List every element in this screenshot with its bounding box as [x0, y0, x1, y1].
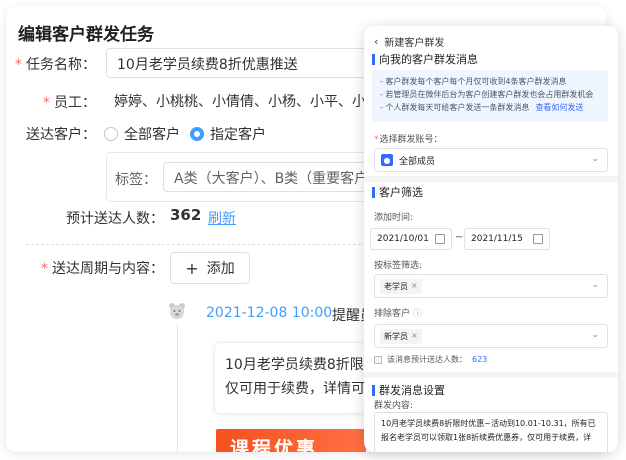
- back-header[interactable]: ‹ 新建客户群发: [374, 34, 444, 49]
- date-start-input[interactable]: 2021/10/01: [370, 228, 452, 250]
- exclude-label: 排除客户 ⓘ: [374, 309, 422, 319]
- mobile-preview-panel: ‹ 新建客户群发 向我的客户群发消息 - 客户群发每个客户每个月仅可收到4条客户…: [364, 26, 618, 452]
- date-end-input[interactable]: 2021/11/15: [464, 228, 550, 250]
- section-title-filter: 客户筛选: [372, 184, 423, 200]
- task-name-label: * 任务名称：: [15, 57, 96, 73]
- plus-icon: +: [185, 258, 199, 278]
- chip-close-icon[interactable]: ×: [411, 331, 418, 342]
- period-label: * 送达周期与内容：: [41, 261, 164, 277]
- recipients-label: 送达客户：: [26, 127, 96, 143]
- content-label: 群发内容:: [374, 401, 414, 411]
- exclude-chip: 新学员 ×: [380, 328, 422, 344]
- radio-checked-icon: [190, 127, 204, 141]
- section-divider: [364, 372, 618, 378]
- back-arrow-icon[interactable]: ‹: [374, 35, 378, 48]
- tag-filter-select[interactable]: 老学员 × ⌄: [374, 274, 608, 298]
- tag-panel: 标签： A类（大客户）、B类（重要客户: [106, 152, 403, 202]
- account-select[interactable]: ● 全部成员 ⌄: [374, 148, 608, 172]
- section-bar-icon: [372, 186, 375, 198]
- date-separator: ~: [455, 232, 464, 243]
- calendar-icon: [435, 234, 445, 244]
- help-icon[interactable]: ⓘ: [413, 309, 422, 319]
- staff-list[interactable]: 婷婷、小桃桃、小倩倩、小杨、小平、小: [106, 86, 396, 116]
- refresh-link[interactable]: 刷新: [208, 208, 236, 228]
- timeline-line: [177, 324, 178, 452]
- estimate-count: 362: [170, 206, 202, 224]
- calendar-icon: [533, 234, 543, 244]
- chevron-down-icon: ⌄: [591, 280, 599, 290]
- tag-label: 标签：: [115, 172, 157, 188]
- radio-all-customers[interactable]: 全部客户: [104, 124, 180, 144]
- content-textarea[interactable]: 10月老学员续费8折限时优惠~活动到10.01-10.31，所有已 报名老学员可…: [374, 412, 608, 452]
- chevron-down-icon: ⌄: [591, 330, 599, 340]
- estimate-label: 预计送达人数：: [66, 211, 164, 227]
- how-to-send-link[interactable]: 查看如何发送: [535, 103, 583, 112]
- section-title-message: 群发消息设置: [372, 382, 445, 398]
- notice-box: - 客户群发每个客户每个月仅可收到4条客户群发消息 - 若管理员在微伴后台为客户…: [372, 70, 608, 122]
- tag-filter-label: 按标签筛选:: [374, 261, 423, 271]
- section-divider: [364, 176, 618, 182]
- divider: [26, 244, 386, 245]
- task-name-input[interactable]: 10月老学员续费8折优惠推送: [106, 48, 396, 78]
- bear-icon: [169, 303, 185, 319]
- tag-chip: 老学员 ×: [380, 278, 422, 294]
- section-bar-icon: [372, 53, 375, 65]
- schedule-time: 2021-12-08 10:00: [206, 305, 333, 321]
- section-bar-icon: [372, 384, 375, 396]
- staff-label: * 员工：: [43, 95, 96, 111]
- account-label: *选择群发账号：: [374, 135, 443, 145]
- section-title-broadcast: 向我的客户群发消息: [372, 51, 478, 67]
- add-button[interactable]: + 添加: [170, 252, 250, 284]
- radio-unchecked-icon: [104, 127, 118, 141]
- course-banner-image: 课程优惠: [216, 429, 366, 452]
- radio-specified-customers[interactable]: 指定客户: [190, 124, 266, 144]
- chevron-down-icon: ⌄: [591, 154, 599, 164]
- add-time-label: 添加时间:: [374, 213, 414, 223]
- estimate-row: 该消息预计送达人数： 623: [374, 354, 487, 365]
- page-title: 编辑客户群发任务: [18, 25, 154, 45]
- exclude-select[interactable]: 新学员 × ⌄: [374, 324, 608, 348]
- checkbox-icon[interactable]: [374, 355, 382, 364]
- person-icon: ●: [381, 154, 393, 166]
- chip-close-icon[interactable]: ×: [411, 281, 418, 292]
